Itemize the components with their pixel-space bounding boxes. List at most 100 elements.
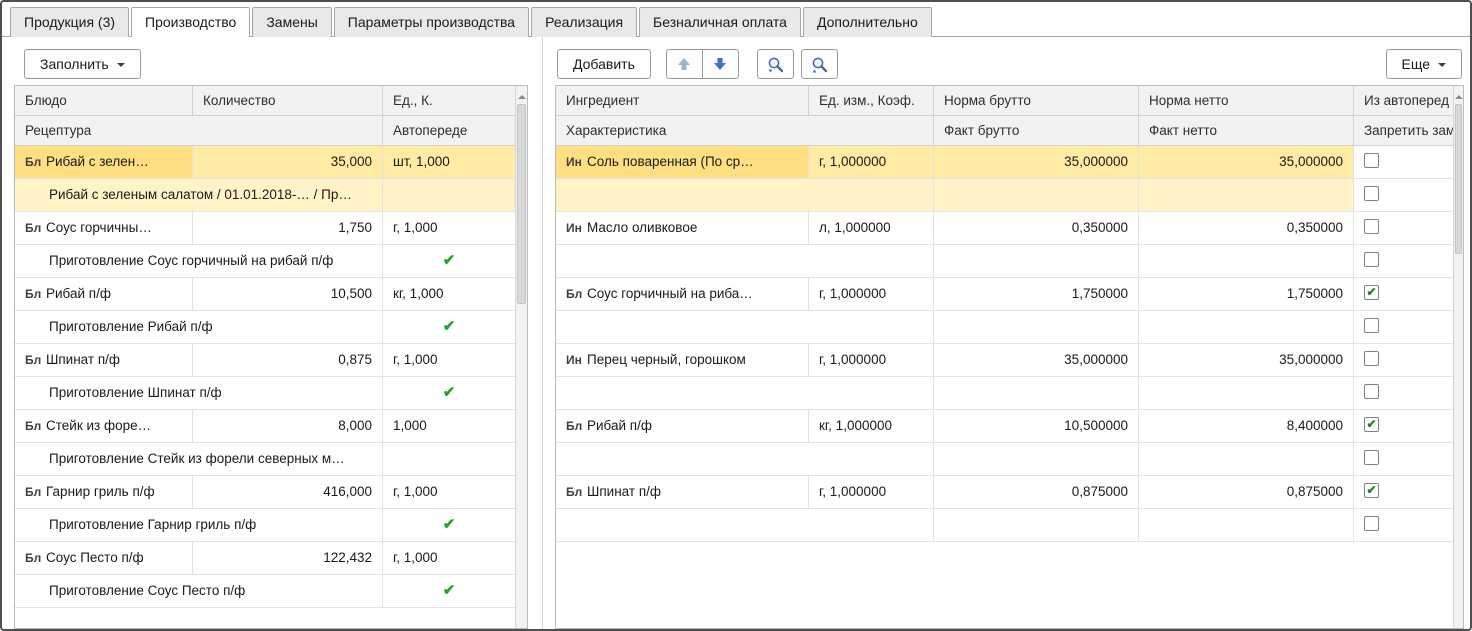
from-auto-cell[interactable] [1354,146,1453,179]
forbid-replace-cell[interactable] [1354,179,1453,212]
forbid-replace-cell[interactable] [1354,443,1453,476]
tab-production-parameters[interactable]: Параметры производства [334,7,529,37]
quantity-cell[interactable]: 0,875 [193,344,383,377]
fact-gross-cell[interactable] [934,245,1139,278]
quantity-cell[interactable]: 1,750 [193,212,383,245]
scroll-up-icon[interactable] [1455,91,1463,99]
dish-cell[interactable]: БлСоус Песто п/ф [15,542,193,575]
recipe-cell[interactable]: Приготовление Стейк из форели северных м… [15,443,383,476]
right-scrollbar-thumb[interactable] [1455,104,1462,254]
left-scrollbar-thumb[interactable] [517,104,526,304]
dish-cell[interactable]: БлСтейк из форе… [15,410,193,443]
ingredient-cell[interactable]: БлШпинат п/ф [556,476,809,509]
net-norm-cell[interactable]: 0,350000 [1139,212,1354,245]
auto-redo-cell[interactable]: ✔ [383,575,515,608]
unit-coef-cell[interactable]: г, 1,000000 [809,344,934,377]
dish-row[interactable]: БлСоус горчичны…1,750г, 1,000Приготовлен… [15,212,515,278]
fact-gross-cell[interactable] [934,377,1139,410]
unit-coef-cell[interactable]: г, 1,000000 [809,146,934,179]
unit-coef-cell[interactable]: л, 1,000000 [809,212,934,245]
unit-cell[interactable]: 1,000 [383,410,515,443]
auto-redo-cell[interactable] [383,443,515,476]
fact-net-cell[interactable] [1139,509,1354,542]
from-auto-cell[interactable]: ✔ [1354,278,1453,311]
col-header-ingredient[interactable]: Ингредиент [556,86,809,116]
fact-net-cell[interactable] [1139,179,1354,212]
col-header-recipe[interactable]: Рецептура [15,116,383,146]
from-auto-checkbox[interactable] [1364,153,1379,168]
fill-button[interactable]: Заполнить [24,49,141,79]
ingredient-row[interactable]: БлРибай п/фкг, 1,00000010,5000008,400000… [556,410,1453,476]
auto-redo-cell[interactable] [383,179,515,212]
net-norm-cell[interactable]: 35,000000 [1139,146,1354,179]
recipe-cell[interactable]: Приготовление Гарнир гриль п/ф [15,509,383,542]
unit-cell[interactable]: г, 1,000 [383,344,515,377]
unit-cell[interactable]: г, 1,000 [383,542,515,575]
ingredient-row[interactable]: ИнПерец черный, горошкомг, 1,00000035,00… [556,344,1453,410]
ingredient-row[interactable]: БлШпинат п/фг, 1,0000000,8750000,875000✔ [556,476,1453,542]
ingredient-row[interactable]: ИнСоль поваренная (По ср…г, 1,00000035,0… [556,146,1453,212]
dish-cell[interactable]: БлГарнир гриль п/ф [15,476,193,509]
scroll-up-icon[interactable] [518,91,526,99]
characteristic-cell[interactable] [556,443,934,476]
left-vertical-scrollbar[interactable] [515,86,527,628]
ingredient-cell[interactable]: БлСоус горчичный на риба… [556,278,809,311]
unit-coef-cell[interactable]: г, 1,000000 [809,476,934,509]
forbid-replace-cell[interactable] [1354,311,1453,344]
net-norm-cell[interactable]: 1,750000 [1139,278,1354,311]
characteristic-cell[interactable] [556,509,934,542]
from-auto-cell[interactable] [1354,212,1453,245]
quantity-cell[interactable]: 10,500 [193,278,383,311]
ingredient-cell[interactable]: ИнСоль поваренная (По ср… [556,146,809,179]
fact-net-cell[interactable] [1139,443,1354,476]
dish-row[interactable]: БлСоус Песто п/ф122,432г, 1,000Приготовл… [15,542,515,608]
forbid-replace-cell[interactable] [1354,509,1453,542]
gross-norm-cell[interactable]: 0,350000 [934,212,1139,245]
col-header-net-norm[interactable]: Норма нетто [1139,86,1354,116]
add-button[interactable]: Добавить [557,49,651,79]
dish-row[interactable]: БлРибай с зелен…35,000шт, 1,000Рибай с з… [15,146,515,212]
gross-norm-cell[interactable]: 0,875000 [934,476,1139,509]
forbid-replace-checkbox[interactable] [1364,252,1379,267]
find-button[interactable] [757,49,794,79]
auto-redo-cell[interactable]: ✔ [383,377,515,410]
dish-row[interactable]: БлШпинат п/ф0,875г, 1,000Приготовление Ш… [15,344,515,410]
from-auto-checkbox[interactable]: ✔ [1364,483,1379,498]
recipe-cell[interactable]: Рибай с зеленым салатом / 01.01.2018-… /… [15,179,383,212]
col-header-unit-coef[interactable]: Ед., К. [383,86,515,116]
characteristic-cell[interactable] [556,179,934,212]
gross-norm-cell[interactable]: 35,000000 [934,344,1139,377]
quantity-cell[interactable]: 122,432 [193,542,383,575]
col-header-quantity[interactable]: Количество [193,86,383,116]
forbid-replace-checkbox[interactable] [1364,450,1379,465]
gross-norm-cell[interactable]: 1,750000 [934,278,1139,311]
forbid-replace-checkbox[interactable] [1364,186,1379,201]
col-header-gross-norm[interactable]: Норма брутто [934,86,1139,116]
gross-norm-cell[interactable]: 35,000000 [934,146,1139,179]
forbid-replace-cell[interactable] [1354,377,1453,410]
ingredient-cell[interactable]: ИнМасло оливковое [556,212,809,245]
from-auto-cell[interactable]: ✔ [1354,476,1453,509]
net-norm-cell[interactable]: 0,875000 [1139,476,1354,509]
auto-redo-cell[interactable]: ✔ [383,509,515,542]
ingredient-row[interactable]: БлСоус горчичный на риба…г, 1,0000001,75… [556,278,1453,344]
fact-gross-cell[interactable] [934,179,1139,212]
col-header-unit-coef[interactable]: Ед. изм., Коэф. [809,86,934,116]
panel-splitter[interactable] [538,37,547,629]
dish-row[interactable]: БлРибай п/ф10,500кг, 1,000Приготовление … [15,278,515,344]
tab-replacements[interactable]: Замены [252,7,331,37]
dish-row[interactable]: БлСтейк из форе…8,0001,000Приготовление … [15,410,515,476]
recipe-cell[interactable]: Приготовление Рибай п/ф [15,311,383,344]
fact-gross-cell[interactable] [934,509,1139,542]
recipe-cell[interactable]: Приготовление Шпинат п/ф [15,377,383,410]
unit-cell[interactable]: г, 1,000 [383,212,515,245]
characteristic-cell[interactable] [556,377,934,410]
gross-norm-cell[interactable]: 10,500000 [934,410,1139,443]
unit-coef-cell[interactable]: г, 1,000000 [809,278,934,311]
characteristic-cell[interactable] [556,245,934,278]
move-up-button[interactable] [666,49,703,79]
col-header-forbid-replace[interactable]: Запретить зам [1354,116,1453,146]
unit-coef-cell[interactable]: кг, 1,000000 [809,410,934,443]
tab-additional[interactable]: Дополнительно [803,7,932,37]
from-auto-checkbox[interactable] [1364,219,1379,234]
